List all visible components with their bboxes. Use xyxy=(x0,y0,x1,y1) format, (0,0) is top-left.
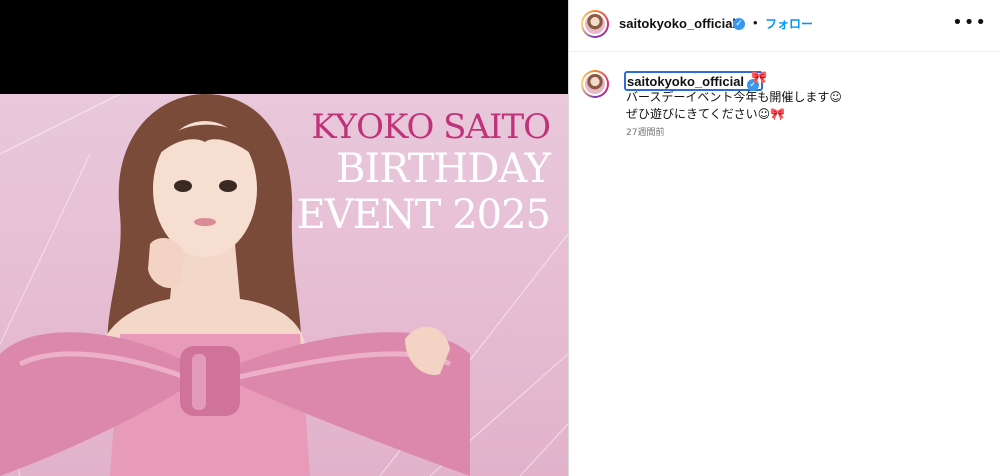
post-media-pane: KYOKO SAITO BIRTHDAY EVENT 2025 xyxy=(0,0,568,476)
post-timestamp[interactable]: 27週間前 xyxy=(626,125,664,138)
caption-line-2: ぜひ遊びにきてください☺🎀 xyxy=(626,107,786,121)
avatar[interactable] xyxy=(581,10,609,38)
verified-badge-icon: ✓ xyxy=(733,18,745,30)
caption-avatar[interactable] xyxy=(581,70,609,98)
more-options-icon[interactable]: ••• xyxy=(952,14,987,32)
caption-username-link[interactable]: saitokyoko_official ✓ xyxy=(624,71,764,91)
event-title-line3: EVENT 2025 xyxy=(296,192,551,238)
caption-text: バースデーイベント今年も開催します☺ ぜひ遊びにきてください☺🎀 xyxy=(626,89,842,123)
post-photo[interactable]: KYOKO SAITO BIRTHDAY EVENT 2025 xyxy=(0,94,568,476)
caption-username[interactable]: saitokyoko_official xyxy=(627,74,744,89)
event-title: KYOKO SAITO BIRTHDAY EVENT 2025 xyxy=(290,107,551,238)
separator-dot: • xyxy=(753,15,758,30)
event-title-line1: KYOKO SAITO xyxy=(311,107,551,147)
header-username-link[interactable]: saitokyoko_official xyxy=(619,16,736,31)
bow-emoji: 🎀 xyxy=(751,71,768,86)
follow-button[interactable]: フォロー xyxy=(765,15,813,32)
post-side-pane: saitokyoko_official ✓ • フォロー ••• saitoky… xyxy=(568,0,1000,476)
event-title-line2: BIRTHDAY xyxy=(336,146,551,192)
caption-line-1: バースデーイベント今年も開催します☺ xyxy=(626,90,842,104)
post-header: saitokyoko_official ✓ • フォロー ••• xyxy=(569,0,1000,52)
